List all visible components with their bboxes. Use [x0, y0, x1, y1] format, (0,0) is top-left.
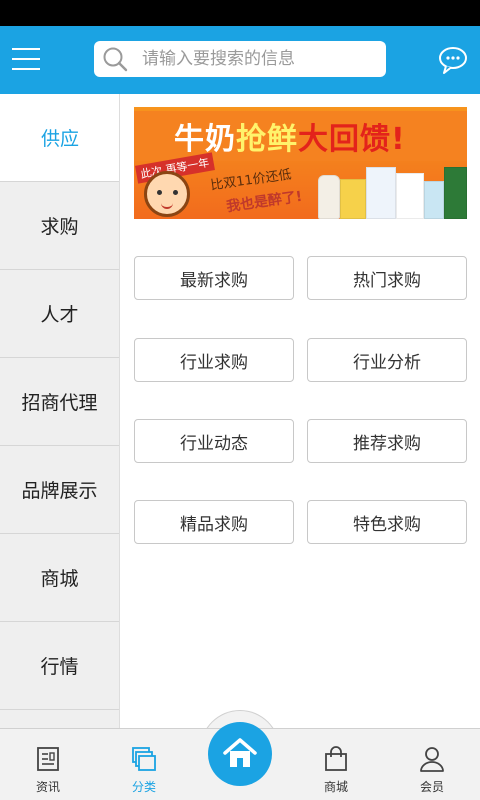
- category-icon: [132, 747, 156, 771]
- sidebar-item-market[interactable]: 行情: [0, 622, 119, 710]
- search-icon: [103, 47, 128, 72]
- home-icon: [223, 738, 257, 767]
- search-box[interactable]: [94, 41, 386, 77]
- category-button[interactable]: 推荐求购: [307, 419, 467, 463]
- menu-icon[interactable]: [12, 46, 42, 74]
- tab-category-label: 分类: [131, 780, 156, 794]
- sidebar-item-talent[interactable]: 人才: [0, 270, 119, 358]
- chat-bubble-icon[interactable]: [438, 46, 468, 74]
- sidebar-item-brands[interactable]: 品牌展示: [0, 446, 119, 534]
- category-button[interactable]: 特色求购: [307, 500, 467, 544]
- tab-news-label: 资讯: [35, 780, 60, 794]
- news-icon: [37, 747, 59, 771]
- promo-banner[interactable]: 牛奶 抢鲜 大回馈! 此次 再等一年 比双11价还低 我也是醉了!: [134, 107, 467, 219]
- banner-headline-part2: 抢鲜: [236, 122, 298, 157]
- tab-mall-label: 商城: [323, 780, 348, 794]
- search-input[interactable]: [142, 41, 378, 77]
- banner-headline-part3: 大回馈!: [298, 122, 406, 157]
- category-button[interactable]: 行业动态: [134, 419, 294, 463]
- tab-member[interactable]: 会员: [384, 729, 480, 800]
- tab-category[interactable]: 分类: [96, 729, 192, 800]
- category-button[interactable]: 行业求购: [134, 338, 294, 382]
- banner-promo-text: 比双11价还低 我也是醉了!: [196, 165, 316, 215]
- banner-headline: 牛奶 抢鲜 大回馈!: [134, 111, 467, 161]
- sidebar-item-supply[interactable]: 供应: [0, 94, 119, 182]
- status-bar: [0, 0, 480, 26]
- category-button[interactable]: 精品求购: [134, 500, 294, 544]
- category-button[interactable]: 行业分析: [307, 338, 467, 382]
- tab-mall[interactable]: 商城: [288, 729, 384, 800]
- banner-promo-line2: 我也是醉了!: [225, 188, 304, 216]
- shopping-bag-icon: [325, 746, 347, 771]
- tab-news[interactable]: 资讯: [0, 729, 96, 800]
- category-button[interactable]: 最新求购: [134, 256, 294, 300]
- category-sidebar: 供应 求购 人才 招商代理 品牌展示 商城 行情: [0, 94, 120, 728]
- banner-headline-part1: 牛奶: [174, 122, 236, 157]
- milk-products-image: [318, 163, 467, 219]
- cartoon-girl-illustration: [144, 171, 190, 217]
- sidebar-item-franchise[interactable]: 招商代理: [0, 358, 119, 446]
- category-content: 牛奶 抢鲜 大回馈! 此次 再等一年 比双11价还低 我也是醉了! 最新求购 热…: [121, 94, 480, 728]
- app-header: [0, 26, 480, 94]
- sidebar-item-purchase[interactable]: 求购: [0, 182, 119, 270]
- tab-member-label: 会员: [419, 780, 444, 794]
- user-icon: [420, 747, 444, 772]
- home-button[interactable]: [208, 722, 272, 786]
- category-button[interactable]: 热门求购: [307, 256, 467, 300]
- sidebar-item-mall[interactable]: 商城: [0, 534, 119, 622]
